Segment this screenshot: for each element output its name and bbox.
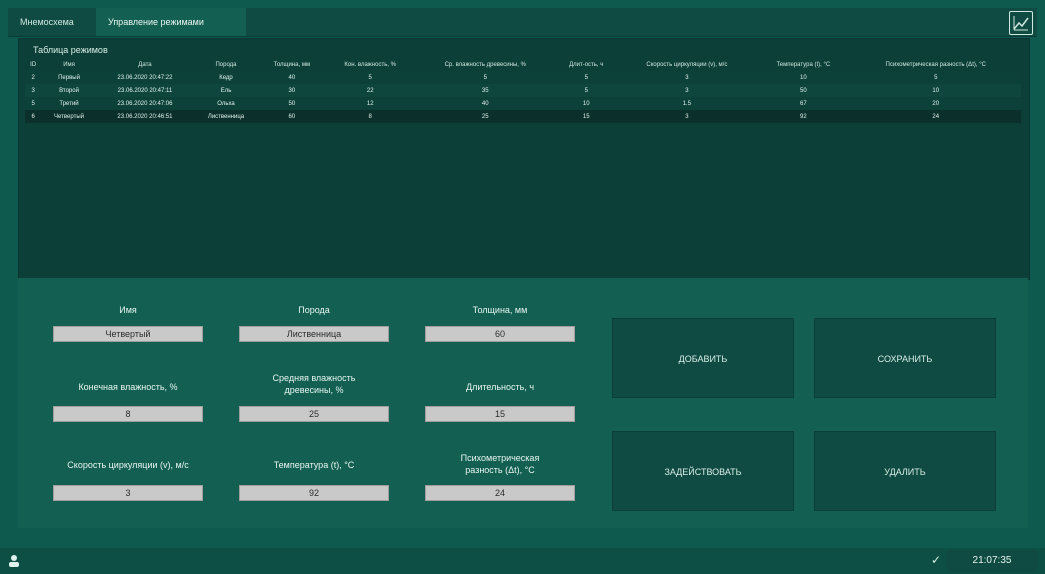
table-row[interactable]: 5 Третий 23.06.2020 20:47:06 Ольха 50 12…: [25, 97, 1021, 110]
breed-label: Порода: [298, 305, 330, 315]
chart-icon: [1009, 11, 1033, 35]
clock: 21:07:35: [947, 550, 1037, 572]
cell-duration: 5: [554, 71, 618, 84]
cell-name: Третий: [41, 97, 97, 110]
cell-date: 23.06.2020 20:47:22: [96, 71, 194, 84]
table-row[interactable]: 3 Второй 23.06.2020 20:47:11 Ель 30 22 3…: [25, 84, 1021, 97]
cell-temperature: 10: [756, 71, 851, 84]
table-row[interactable]: 2 Первый 23.06.2020 20:47:22 Кедр 40 5 5…: [25, 71, 1021, 84]
cell-psy-difference: 20: [850, 97, 1021, 110]
cell-circulation: 1.5: [617, 97, 757, 110]
cell-thickness: 30: [258, 84, 325, 97]
check-icon: ✓: [930, 553, 941, 567]
cell-final-moisture: 8: [324, 110, 416, 123]
cell-avg-moisture: 40: [415, 97, 555, 110]
col-avg-moisture[interactable]: Ср. влажность древесины, %: [416, 59, 555, 71]
avg-moisture-label: Средняя влажность древесины, %: [234, 372, 394, 396]
tab-mnemonic[interactable]: Мнемосхема: [8, 8, 96, 36]
name-field[interactable]: Четвертый: [53, 326, 203, 342]
thickness-field[interactable]: 60: [425, 326, 575, 342]
psy-difference-label: Психометрическая разность (Δt), °С: [420, 452, 580, 476]
delete-button[interactable]: УДАЛИТЬ: [814, 431, 996, 511]
cell-breed: Кедр: [193, 71, 259, 84]
cell-avg-moisture: 35: [415, 84, 555, 97]
col-date[interactable]: Дата: [97, 59, 193, 71]
cell-duration: 10: [554, 97, 618, 110]
cell-temperature: 50: [756, 84, 851, 97]
top-bar: Мнемосхема Управление режимами: [8, 8, 1037, 37]
cell-id: 5: [25, 97, 42, 110]
table-header-row: ID Имя Дата Порода Толщина, мм Кон. влаж…: [25, 59, 1021, 71]
cell-date: 23.06.2020 20:47:11: [96, 84, 194, 97]
col-temperature[interactable]: Температура (t), °С: [756, 59, 850, 71]
add-button[interactable]: ДОБАВИТЬ: [612, 318, 794, 398]
cell-psy-difference: 10: [850, 84, 1021, 97]
cell-psy-difference: 24: [850, 110, 1021, 123]
cell-duration: 15: [554, 110, 618, 123]
col-circulation[interactable]: Скорость циркуляции (v), м/с: [618, 59, 757, 71]
circulation-label: Скорость циркуляции (v), м/с: [67, 460, 189, 470]
col-final-moisture[interactable]: Кон. влажность, %: [325, 59, 416, 71]
user-icon[interactable]: [8, 554, 20, 568]
tab-mode-management[interactable]: Управление режимами: [96, 8, 246, 36]
avg-moisture-label-line2: древесины, %: [284, 385, 344, 395]
name-label: Имя: [119, 305, 137, 315]
save-button[interactable]: СОХРАНИТЬ: [814, 318, 996, 398]
duration-label: Длительность, ч: [465, 382, 535, 392]
cell-id: 3: [25, 84, 42, 97]
psy-difference-field[interactable]: 24: [425, 485, 575, 501]
cell-date: 23.06.2020 20:47:06: [96, 97, 194, 110]
col-breed[interactable]: Порода: [193, 59, 259, 71]
psy-difference-label-line1: Психометрическая: [460, 453, 540, 463]
cell-name: Первый: [41, 71, 97, 84]
cell-duration: 5: [554, 84, 618, 97]
cell-temperature: 92: [756, 110, 851, 123]
cell-circulation: 3: [617, 84, 757, 97]
avg-moisture-label-line1: Средняя влажность: [272, 373, 356, 383]
cell-breed: Ольха: [193, 97, 259, 110]
table-title: Таблица режимов: [33, 45, 108, 55]
cell-avg-moisture: 5: [415, 71, 555, 84]
avg-moisture-field[interactable]: 25: [239, 406, 389, 422]
final-moisture-field[interactable]: 8: [53, 406, 203, 422]
cell-final-moisture: 5: [324, 71, 416, 84]
modes-table-panel: Таблица режимов ID Имя Дата Порода Толщи…: [18, 38, 1030, 280]
cell-id: 2: [25, 71, 42, 84]
col-psy-difference[interactable]: Психометрическая разность (Δt), °С: [850, 59, 1021, 71]
cell-breed: Ель: [193, 84, 259, 97]
cell-temperature: 67: [756, 97, 851, 110]
cell-thickness: 60: [258, 110, 325, 123]
psy-difference-label-line2: разность (Δt), °С: [465, 465, 535, 475]
cell-id: 6: [25, 110, 42, 123]
cell-date: 23.06.2020 20:46:51: [96, 110, 194, 123]
duration-field[interactable]: 15: [425, 406, 575, 422]
table-row-selected[interactable]: 6 Четвертый 23.06.2020 20:46:51 Лиственн…: [25, 110, 1021, 123]
col-duration[interactable]: Длит-ость, ч: [555, 59, 618, 71]
cell-avg-moisture: 25: [415, 110, 555, 123]
breed-field[interactable]: Лиственница: [239, 326, 389, 342]
cell-circulation: 3: [617, 110, 757, 123]
col-name[interactable]: Имя: [41, 59, 96, 71]
circulation-field[interactable]: 3: [53, 485, 203, 501]
status-bar: ✓ 21:07:35: [0, 548, 1045, 574]
cell-final-moisture: 12: [324, 97, 416, 110]
cell-breed: Лиственница: [193, 110, 259, 123]
cell-psy-difference: 5: [850, 71, 1021, 84]
mode-editor-panel: Имя Четвертый Порода Лиственница Толщина…: [18, 278, 1028, 528]
modes-table: ID Имя Дата Порода Толщина, мм Кон. влаж…: [25, 59, 1021, 123]
thickness-label: Толщина, мм: [472, 305, 528, 315]
col-thickness[interactable]: Толщина, мм: [259, 59, 325, 71]
temperature-field[interactable]: 92: [239, 485, 389, 501]
col-id[interactable]: ID: [25, 59, 41, 71]
final-moisture-label: Конечная влажность, %: [78, 382, 178, 392]
cell-name: Второй: [41, 84, 97, 97]
temperature-label: Температура (t), °С: [273, 460, 355, 470]
cell-thickness: 50: [258, 97, 325, 110]
cell-final-moisture: 22: [324, 84, 416, 97]
apply-button[interactable]: ЗАДЕЙСТВОВАТЬ: [612, 431, 794, 511]
cell-circulation: 3: [617, 71, 757, 84]
cell-name: Четвертый: [41, 110, 97, 123]
cell-thickness: 40: [258, 71, 325, 84]
